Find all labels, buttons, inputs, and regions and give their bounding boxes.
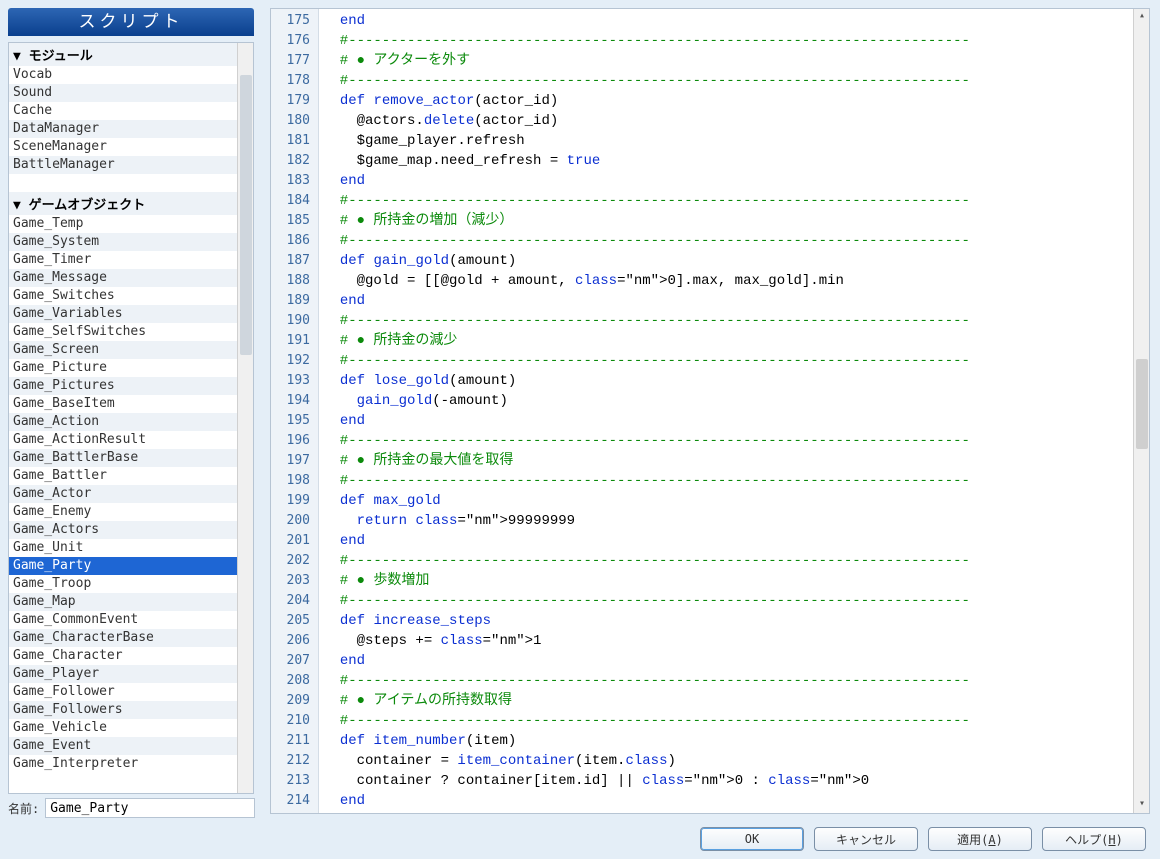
list-item[interactable]: Game_System xyxy=(9,233,237,251)
list-item[interactable]: Game_Battler xyxy=(9,467,237,485)
scroll-up-icon[interactable]: ▴ xyxy=(1134,9,1150,25)
list-item[interactable]: Game_Map xyxy=(9,593,237,611)
panel-title: スクリプト xyxy=(8,8,254,36)
list-item[interactable]: Game_Character xyxy=(9,647,237,665)
list-item[interactable]: Game_Troop xyxy=(9,575,237,593)
apply-button[interactable]: 適用(A) xyxy=(928,827,1032,851)
help-button[interactable]: ヘルプ(H) xyxy=(1042,827,1146,851)
script-list-scrollbar-thumb[interactable] xyxy=(240,75,252,355)
editor-code[interactable]: end #-----------------------------------… xyxy=(319,9,1133,813)
list-item[interactable]: Game_Follower xyxy=(9,683,237,701)
list-category: ▼ ゲームオブジェクト xyxy=(9,192,237,215)
list-spacer xyxy=(9,174,237,192)
name-input[interactable] xyxy=(45,798,255,818)
editor-scrollbar-thumb[interactable] xyxy=(1136,359,1148,449)
list-item[interactable]: Game_BattlerBase xyxy=(9,449,237,467)
script-list[interactable]: ▼ モジュールVocabSoundCacheDataManagerSceneMa… xyxy=(9,43,237,793)
list-item[interactable]: Game_Temp xyxy=(9,215,237,233)
editor-panel: 175 176 177 178 179 180 181 182 183 184 … xyxy=(270,8,1150,814)
list-item[interactable]: Game_Followers xyxy=(9,701,237,719)
cancel-button[interactable]: キャンセル xyxy=(814,827,918,851)
list-item[interactable]: Sound xyxy=(9,84,237,102)
list-item[interactable]: BattleManager xyxy=(9,156,237,174)
name-label: 名前: xyxy=(8,800,39,817)
list-item[interactable]: Game_CommonEvent xyxy=(9,611,237,629)
list-item[interactable]: Game_Interpreter xyxy=(9,755,237,773)
list-item[interactable]: Game_Party xyxy=(9,557,237,575)
list-item[interactable]: Game_Timer xyxy=(9,251,237,269)
editor-gutter: 175 176 177 178 179 180 181 182 183 184 … xyxy=(271,9,319,813)
list-category: ▼ モジュール xyxy=(9,43,237,66)
script-list-scrollbar[interactable] xyxy=(237,43,253,793)
list-item[interactable]: Game_Message xyxy=(9,269,237,287)
ok-button[interactable]: OK xyxy=(700,827,804,851)
list-item[interactable]: Game_SelfSwitches xyxy=(9,323,237,341)
scroll-down-icon[interactable]: ▾ xyxy=(1134,797,1150,813)
list-item[interactable]: Game_Screen xyxy=(9,341,237,359)
list-item[interactable]: Vocab xyxy=(9,66,237,84)
editor-scrollbar[interactable]: ▴ ▾ xyxy=(1133,9,1149,813)
list-item[interactable]: Game_BaseItem xyxy=(9,395,237,413)
list-item[interactable]: SceneManager xyxy=(9,138,237,156)
list-item[interactable]: Game_Pictures xyxy=(9,377,237,395)
list-item[interactable]: Game_Actor xyxy=(9,485,237,503)
list-item[interactable]: Game_Unit xyxy=(9,539,237,557)
list-item[interactable]: Game_Player xyxy=(9,665,237,683)
list-item[interactable]: Game_Action xyxy=(9,413,237,431)
list-item[interactable]: Game_Picture xyxy=(9,359,237,377)
list-item[interactable]: DataManager xyxy=(9,120,237,138)
list-item[interactable]: Game_Event xyxy=(9,737,237,755)
list-item[interactable]: Game_Variables xyxy=(9,305,237,323)
list-item[interactable]: Game_Actors xyxy=(9,521,237,539)
list-item[interactable]: Game_Enemy xyxy=(9,503,237,521)
list-item[interactable]: Game_ActionResult xyxy=(9,431,237,449)
script-list-container: ▼ モジュールVocabSoundCacheDataManagerSceneMa… xyxy=(8,42,254,794)
list-item[interactable]: Game_Switches xyxy=(9,287,237,305)
list-item[interactable]: Cache xyxy=(9,102,237,120)
list-item[interactable]: Game_CharacterBase xyxy=(9,629,237,647)
list-item[interactable]: Game_Vehicle xyxy=(9,719,237,737)
